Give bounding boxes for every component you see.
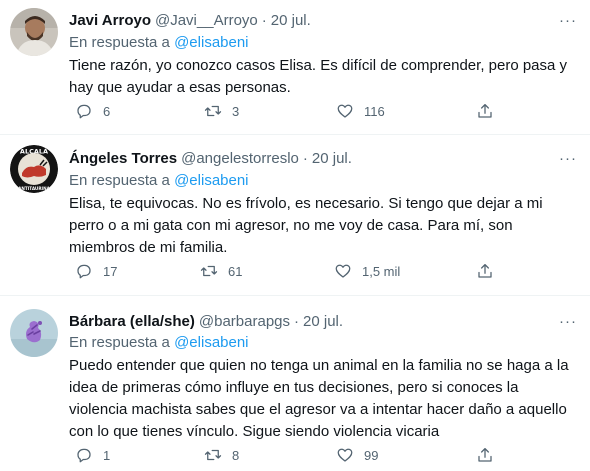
tweet[interactable]: Javi Arroyo @Javi__Arroyo · 20 jul. ··· … (0, 0, 590, 135)
tweet-actions: 1 8 99 (69, 446, 509, 466)
reply-icon (77, 104, 91, 119)
tweet-text: Tiene razón, yo conozco casos Elisa. Es … (69, 57, 568, 96)
separator-dot: · (261, 11, 267, 29)
tweet-date[interactable]: 20 jul. (271, 12, 311, 29)
more-options-icon[interactable]: ··· (558, 311, 578, 331)
reply-mention-link[interactable]: @elisabeni (174, 334, 248, 351)
author-name[interactable]: Javi Arroyo (69, 12, 151, 29)
tweet-actions: 6 3 116 (69, 102, 509, 122)
reply-mention-link[interactable]: @elisabeni (174, 34, 248, 51)
share-button[interactable] (476, 102, 494, 120)
tweet[interactable]: ALCALÁ ANTITAURINA Ángeles Torres @angel… (0, 135, 590, 296)
author-handle[interactable]: @Javi__Arroyo (155, 12, 258, 29)
retweet-icon (204, 105, 222, 117)
like-count: 1,5 mil (362, 263, 401, 279)
reply-button[interactable]: 6 (75, 102, 110, 120)
retweet-icon (200, 265, 218, 277)
more-options-icon[interactable]: ··· (558, 148, 578, 168)
like-button[interactable]: 1,5 mil (334, 262, 400, 280)
avatar[interactable] (10, 8, 58, 56)
more-options-icon[interactable]: ··· (558, 10, 578, 30)
retweet-icon (204, 449, 222, 461)
author-handle[interactable]: @barbarapgs (199, 313, 290, 330)
author-name[interactable]: Bárbara (ella/she) (69, 313, 195, 330)
avatar[interactable]: ALCALÁ ANTITAURINA (10, 145, 58, 193)
reply-context: En respuesta a @elisabeni (69, 334, 249, 351)
tweet-actions: 17 61 1,5 mil (69, 262, 509, 282)
share-button[interactable] (476, 446, 494, 464)
like-count: 99 (364, 447, 379, 463)
heart-icon (335, 264, 351, 278)
heart-icon (337, 448, 353, 462)
tweet-text: Puedo entender que quien no tenga un ani… (69, 357, 569, 440)
retweet-button[interactable]: 8 (204, 446, 239, 464)
reply-prefix: En respuesta a (69, 334, 170, 351)
tweet-text: Elisa, te equivocas. No es frívolo, es n… (69, 195, 543, 256)
tweet-header: Ángeles Torres @angelestorreslo · 20 jul… (69, 148, 352, 168)
reply-count: 6 (103, 103, 111, 119)
author-handle[interactable]: @angelestorreslo (181, 150, 299, 167)
reply-context: En respuesta a @elisabeni (69, 172, 249, 189)
reply-mention-link[interactable]: @elisabeni (174, 172, 248, 189)
reply-context: En respuesta a @elisabeni (69, 34, 249, 51)
share-icon (478, 447, 492, 462)
tweet-date[interactable]: 20 jul. (303, 313, 343, 330)
reply-count: 17 (103, 263, 118, 279)
tweet-header: Javi Arroyo @Javi__Arroyo · 20 jul. (69, 10, 311, 30)
retweet-count: 8 (232, 447, 240, 463)
retweet-count: 61 (228, 263, 243, 279)
retweet-count: 3 (232, 103, 240, 119)
reply-icon (77, 448, 91, 463)
retweet-button[interactable]: 61 (200, 262, 242, 280)
tweet-header: Bárbara (ella/she) @barbarapgs · 20 jul. (69, 311, 343, 331)
reply-count: 1 (103, 447, 111, 463)
heart-icon (337, 104, 353, 118)
share-icon (478, 103, 492, 118)
tweet-date[interactable]: 20 jul. (312, 150, 352, 167)
like-count: 116 (364, 103, 385, 119)
like-button[interactable]: 99 (336, 446, 378, 464)
author-name[interactable]: Ángeles Torres (69, 150, 177, 167)
share-icon (478, 263, 492, 278)
avatar-text-top: ALCALÁ (20, 147, 48, 156)
separator-dot: · (294, 312, 300, 330)
avatar-text-bottom: ANTITAURINA (18, 186, 50, 191)
reply-button[interactable]: 1 (75, 446, 110, 464)
reply-prefix: En respuesta a (69, 172, 170, 189)
reply-button[interactable]: 17 (75, 262, 117, 280)
retweet-button[interactable]: 3 (204, 102, 239, 120)
reply-prefix: En respuesta a (69, 34, 170, 51)
tweet[interactable]: Bárbara (ella/she) @barbarapgs · 20 jul.… (0, 296, 590, 471)
reply-icon (77, 264, 91, 279)
separator-dot: · (302, 149, 308, 167)
like-button[interactable]: 116 (336, 102, 385, 120)
share-button[interactable] (476, 262, 494, 280)
avatar[interactable] (10, 309, 58, 357)
